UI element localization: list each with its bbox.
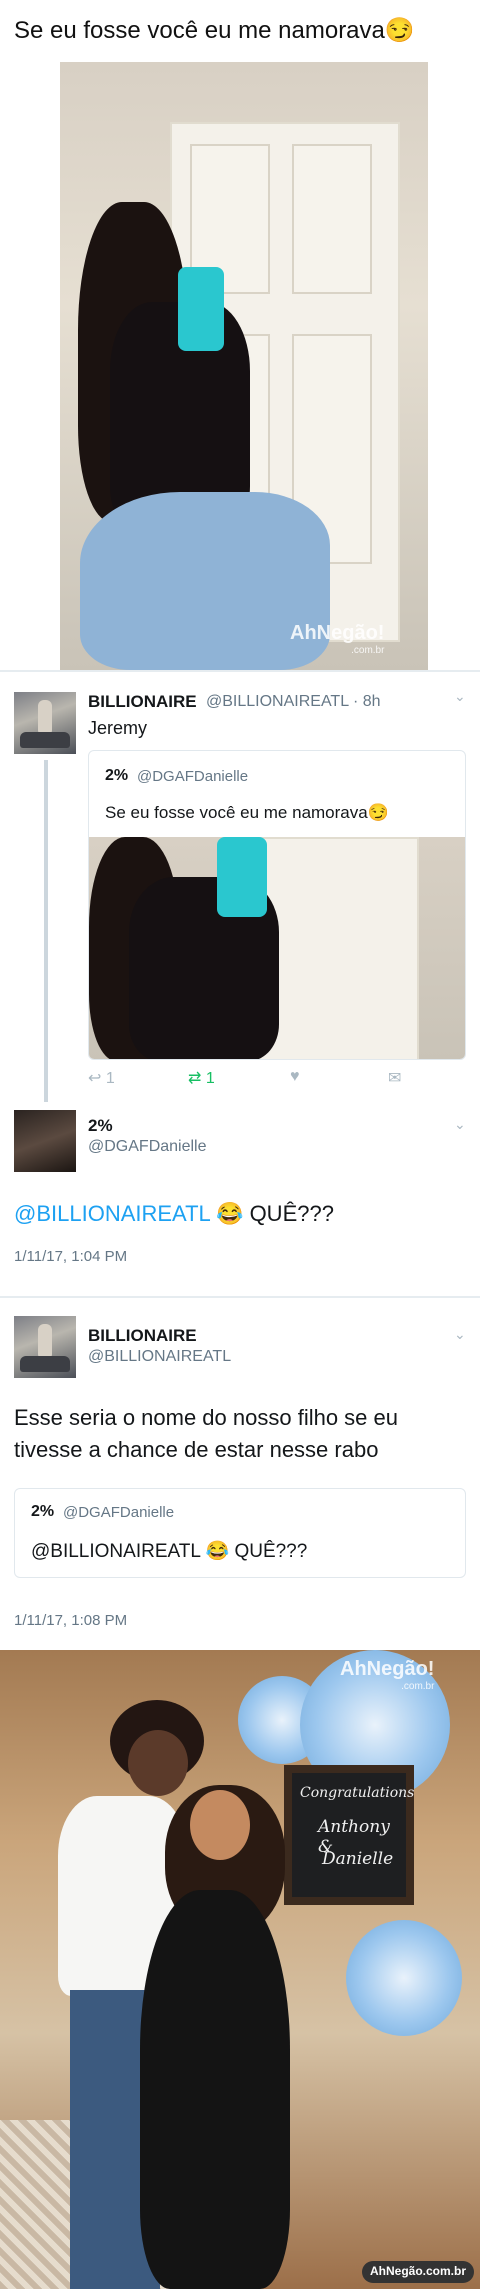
- author-name[interactable]: BILLIONAIRE: [88, 692, 197, 712]
- watermark: AhNegão! .com.br: [290, 622, 384, 656]
- like-button[interactable]: ♥: [290, 1068, 300, 1086]
- corner-watermark: AhNegão.com.br: [361, 2261, 474, 2283]
- quoted-tweet[interactable]: 2% @DGAFDanielle Se eu fosse você eu me …: [88, 750, 466, 1060]
- chevron-down-icon[interactable]: [454, 688, 466, 700]
- author-handle[interactable]: @BILLIONAIREATL · 8h: [206, 693, 381, 711]
- author-handle[interactable]: @BILLIONAIREATL: [88, 1348, 231, 1366]
- watermark-text: AhNegão!: [290, 622, 385, 644]
- quoted-author-name: 2%: [105, 767, 129, 784]
- selfie-photo: AhNegão! .com.br: [60, 62, 428, 670]
- tweet-jeremy[interactable]: BILLIONAIRE @BILLIONAIREATL · 8h Jeremy …: [0, 672, 480, 1106]
- tweet-actions: ↩ 1 ⇄ 1 ♥ ✉: [88, 1068, 458, 1094]
- retweet-button[interactable]: ⇄ 1: [188, 1068, 215, 1088]
- tweet-text-rest: 😂 QUÊ???: [209, 1201, 334, 1226]
- quoted-author-handle: @DGAFDanielle: [137, 768, 249, 785]
- chalk-text: Congratulations: [300, 1785, 415, 1801]
- meme-caption: Se eu fosse você eu me namorava😏: [14, 17, 415, 44]
- tweet-text-line2: tivesse a chance de estar nesse rabo: [14, 1437, 379, 1462]
- dm-button[interactable]: ✉: [388, 1068, 401, 1088]
- meme-page: Se eu fosse você eu me namorava😏 AhNegão…: [0, 0, 480, 2289]
- tweet-billionaire[interactable]: BILLIONAIRE @BILLIONAIREATL Esse seria o…: [0, 1298, 480, 1650]
- envelope-icon: ✉: [388, 1070, 402, 1087]
- chevron-down-icon[interactable]: [454, 1326, 466, 1338]
- timestamp[interactable]: 1/11/17, 1:08 PM: [14, 1612, 127, 1629]
- watermark-sub: .com.br: [351, 645, 385, 656]
- watermark-sub: .com.br: [401, 1681, 435, 1692]
- meme-header: Se eu fosse você eu me namorava😏: [0, 0, 480, 62]
- avatar[interactable]: [14, 692, 76, 754]
- avatar[interactable]: [14, 1316, 76, 1378]
- retweet-icon: ⇄: [188, 1070, 202, 1087]
- chalk-text: Danielle: [322, 1849, 394, 1869]
- man-face: [128, 1730, 188, 1796]
- door-panel: [292, 144, 372, 294]
- phone: [217, 837, 267, 917]
- quoted-text: @BILLIONAIREATL 😂 QUÊ???: [31, 1541, 308, 1562]
- thread-line: [44, 760, 48, 1106]
- mention-link[interactable]: @BILLIONAIREATL: [14, 1201, 210, 1226]
- couple-photo: Congratulations Anthony & Danielle AhNeg…: [0, 1650, 480, 2289]
- avatar-car: [20, 1356, 70, 1372]
- phone: [178, 267, 224, 351]
- quoted-text: Se eu fosse você eu me namorava😏: [105, 803, 389, 822]
- chevron-down-icon[interactable]: [454, 1116, 466, 1128]
- paper-fan: [346, 1920, 462, 2036]
- reply-icon: ↩: [88, 1070, 102, 1087]
- chalkboard-sign: Congratulations Anthony & Danielle: [284, 1765, 414, 1905]
- tweet-text: @BILLIONAIREATL 😂 QUÊ???: [14, 1198, 334, 1230]
- tweet-que[interactable]: 2% @DGAFDanielle @BILLIONAIREATL 😂 QUÊ??…: [0, 1102, 480, 1302]
- woman-face: [190, 1790, 250, 1860]
- avatar[interactable]: [14, 1110, 76, 1172]
- retweet-count: 1: [205, 1070, 215, 1087]
- tweet-text: Jeremy: [88, 718, 148, 738]
- reply-button[interactable]: ↩ 1: [88, 1068, 115, 1088]
- quoted-author-handle: @DGAFDanielle: [63, 1504, 175, 1521]
- watermark-text: AhNegão!: [340, 1658, 435, 1680]
- avatar-car: [20, 732, 70, 748]
- quoted-author-name: 2%: [31, 1503, 55, 1520]
- tweet-text-line1: Esse seria o nome do nosso filho se eu: [14, 1405, 399, 1430]
- avatar-person: [38, 1324, 52, 1360]
- author-name[interactable]: BILLIONAIRE: [88, 1326, 197, 1346]
- woman-dress: [140, 1890, 290, 2289]
- quoted-photo[interactable]: [89, 837, 465, 1059]
- watermark: AhNegão! .com.br: [340, 1658, 434, 1692]
- reply-count: 1: [105, 1070, 115, 1087]
- author-name[interactable]: 2%: [88, 1116, 113, 1136]
- quoted-tweet[interactable]: 2% @DGAFDanielle @BILLIONAIREATL 😂 QUÊ??…: [14, 1488, 466, 1578]
- avatar-person: [38, 700, 52, 736]
- heart-icon: ♥: [290, 1068, 300, 1085]
- author-handle[interactable]: @DGAFDanielle: [88, 1138, 207, 1156]
- timestamp[interactable]: 1/11/17, 1:04 PM: [14, 1248, 127, 1265]
